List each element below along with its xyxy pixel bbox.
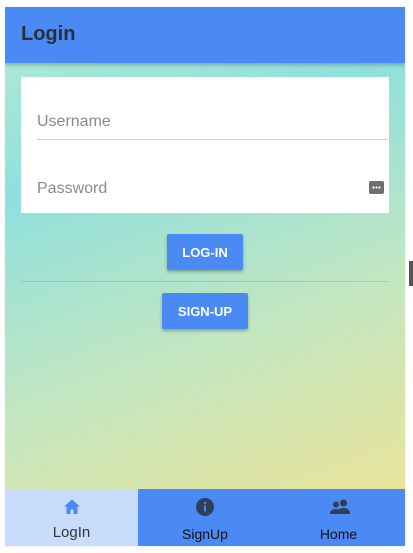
tab-signup-label: SignUp [182,526,228,542]
login-button[interactable]: LOG-IN [167,234,243,270]
divider [21,281,389,282]
username-field [37,105,388,140]
password-input[interactable] [37,172,357,206]
home-icon [62,497,82,517]
tab-login[interactable]: LogIn [5,489,138,546]
page-title: Login [21,23,76,45]
scroll-edge-indicator [409,261,413,286]
people-icon [329,497,350,517]
password-dots-icon[interactable] [369,181,384,194]
tab-signup[interactable]: SignUp [138,489,272,546]
bottom-navigation: LogIn SignUp Home [5,489,405,546]
username-input[interactable] [37,105,357,139]
login-form [21,77,389,213]
password-field [37,172,388,206]
app-window: Login LOG-IN SIGN-UP Lo [5,7,405,546]
tab-home-label: Home [319,526,358,542]
tab-login-label: LogIn [52,524,91,541]
tab-home[interactable]: Home [272,489,405,546]
info-icon [195,497,215,517]
app-bar: Login [5,7,405,63]
signup-button[interactable]: SIGN-UP [162,293,248,329]
